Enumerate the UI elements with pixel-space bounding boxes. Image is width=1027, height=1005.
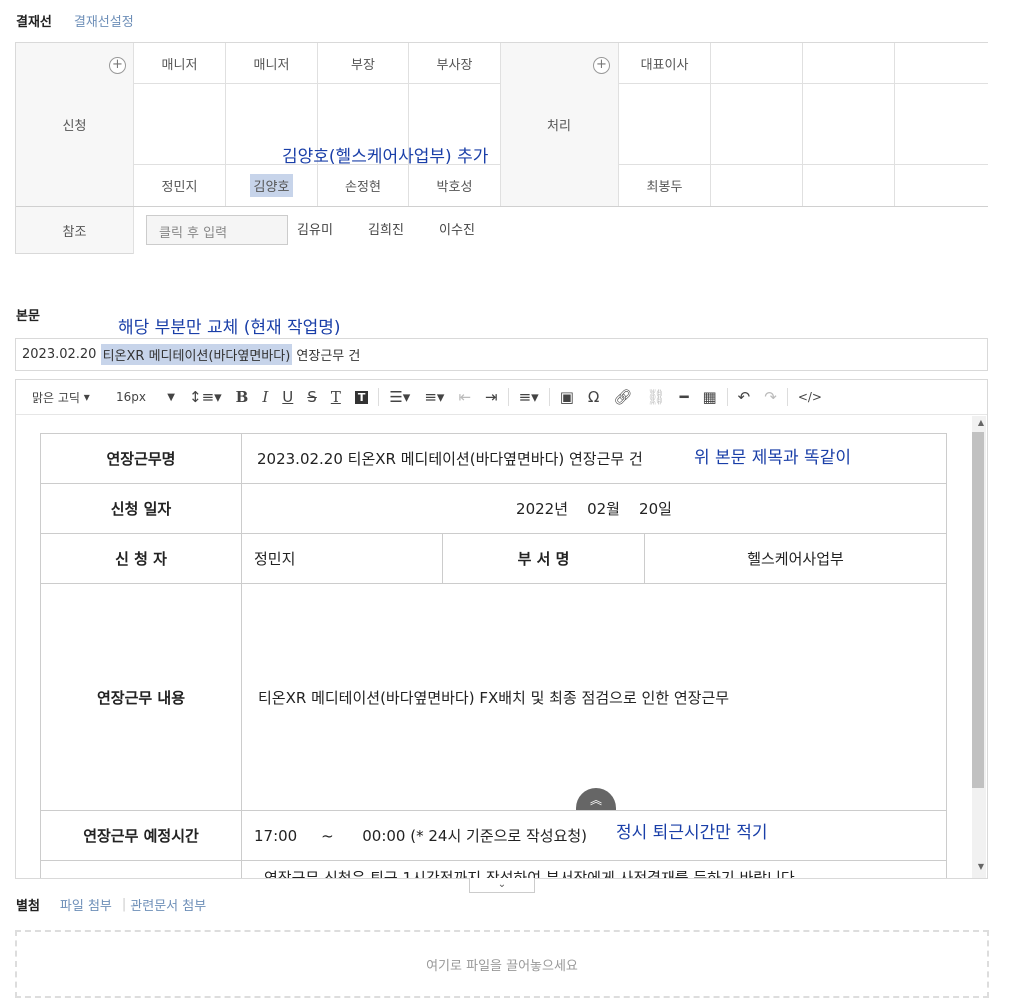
subject-input[interactable]: 2023.02.20 티온XR 메디테이션(바다옆면바다) 연장근무 건 <box>15 338 988 371</box>
reference-name-1[interactable]: 김유미 <box>292 207 338 250</box>
note-add-approver: 김양호(헬스케어사업부) 추가 <box>282 147 489 167</box>
attachment-label: 별첨 <box>16 899 40 914</box>
process-title-1: 대표이사 <box>640 57 689 73</box>
attachment-tabs: 별첨 파일 첨부 | 관련문서 첨부 <box>16 895 207 914</box>
background-color-icon[interactable]: T <box>348 385 376 409</box>
tab-approval-line[interactable]: 결재선 <box>16 11 52 30</box>
apply-name-2[interactable]: 김양호 <box>226 165 317 206</box>
apply-title-4: 부사장 <box>436 57 473 73</box>
apply-title-1: 매니저 <box>161 57 198 73</box>
reference-label: 참조 <box>62 225 87 240</box>
italic-icon[interactable]: I <box>255 385 275 409</box>
note-time: 정시 퇴근시간만 적기 <box>616 823 768 843</box>
tab-approval-settings[interactable]: 결재선설정 <box>74 11 134 30</box>
subject-prefix: 2023.02.20 <box>22 347 101 362</box>
bottom-label-cell <box>40 860 242 878</box>
redo-icon[interactable]: ↷ <box>757 385 784 409</box>
date-value[interactable]: 2022년 02월 20일 <box>241 483 947 534</box>
indent-icon[interactable]: ⇥ <box>478 385 505 409</box>
applicant-value[interactable]: 정민지 <box>241 533 443 584</box>
apply-name-4[interactable]: 박호성 <box>409 165 500 206</box>
bullet-list-icon[interactable]: ☰▾ <box>382 385 417 409</box>
date-label: 신청 일자 <box>40 483 242 534</box>
link-icon[interactable]: 🔗︎ <box>606 385 639 409</box>
note-same-title: 위 본문 제목과 똑같이 <box>694 448 851 468</box>
related-doc-link[interactable]: 관련문서 첨부 <box>130 895 206 914</box>
editor-content[interactable]: 연장근무명 2023.02.20 티온XR 메디테이션(바다옆면바다) 연장근무… <box>16 416 972 878</box>
subject-highlight: 티온XR 메디테이션(바다옆면바다) <box>100 344 293 365</box>
font-family-select[interactable]: 맑은 고딕 ▾ <box>30 385 104 409</box>
applicant-label: 신 청 자 <box>40 533 242 584</box>
editor-toolbar: 맑은 고딕 ▾ 16px ▼ ↕≡▾ B I U S T T ☰▾ ≡▾ ⇤ ⇥ … <box>16 380 987 415</box>
unlink-icon[interactable]: ⛓︎ <box>639 385 672 409</box>
special-char-icon[interactable]: Ω <box>581 385 606 409</box>
table-icon[interactable]: ▦ <box>695 385 723 409</box>
title-label: 연장근무명 <box>40 433 242 484</box>
body-label: 본문 <box>16 309 40 324</box>
subject-suffix: 연장근무 건 <box>292 349 361 364</box>
time-label: 연장근무 예정시간 <box>40 810 242 861</box>
strikethrough-icon[interactable]: S <box>300 385 324 409</box>
font-family-value: 맑은 고딕 <box>32 390 80 405</box>
bold-icon[interactable]: B <box>229 385 256 409</box>
time-value[interactable]: 17:00 ~ 00:00 (* 24시 기준으로 작성요청) <box>241 810 947 861</box>
editor-scroll-thumb[interactable] <box>972 432 984 788</box>
approval-tabbar: 결재선 결재선설정 <box>16 10 134 30</box>
text-color-icon[interactable]: T <box>324 385 348 409</box>
apply-title-2: 매니저 <box>253 57 290 73</box>
reference-input[interactable]: 클릭 후 입력 <box>146 215 288 245</box>
note-replace: 해당 부분만 교체 (현재 작업명) <box>118 318 341 338</box>
approval-line-box: 신청 처리 참조 + + 매니저 매니저 부장 부사장 정민지 김양호 손정현 … <box>15 42 988 254</box>
apply-name-1[interactable]: 정민지 <box>134 165 225 206</box>
numbered-list-icon[interactable]: ≡▾ <box>417 385 451 409</box>
scroll-up-icon[interactable]: ▲ <box>978 418 984 427</box>
line-height-icon[interactable]: ↕≡▾ <box>182 385 229 409</box>
undo-icon[interactable]: ↶ <box>731 385 758 409</box>
font-size-select[interactable]: 16px ▼ <box>104 385 182 409</box>
content-label: 연장근무 내용 <box>40 583 242 811</box>
outdent-icon[interactable]: ⇤ <box>451 385 478 409</box>
add-process-approver-icon[interactable]: + <box>593 57 610 74</box>
file-attach-link[interactable]: 파일 첨부 <box>60 895 112 914</box>
overtime-form-table: 연장근무명 2023.02.20 티온XR 메디테이션(바다옆면바다) 연장근무… <box>40 433 947 878</box>
dropzone-text: 여기로 파일을 끌어놓으세요 <box>426 958 578 974</box>
apply-name-2-highlight: 김양호 <box>249 174 294 197</box>
add-apply-approver-icon[interactable]: + <box>109 57 126 74</box>
underline-icon[interactable]: U <box>275 385 300 409</box>
image-icon[interactable]: ▣ <box>553 385 581 409</box>
source-code-icon[interactable]: </> <box>791 385 829 409</box>
content-value[interactable]: 티온XR 메디테이션(바다옆면바다) FX배치 및 최종 점검으로 인한 연장근… <box>241 583 947 811</box>
reference-name-3[interactable]: 이수진 <box>434 207 480 250</box>
horizontal-rule-icon[interactable]: ━ <box>672 385 695 409</box>
editor-resize-handle[interactable]: ⌄ <box>469 878 535 893</box>
bottom-notice: 연장근무 신청은 퇴근 1시간전까지 작성하여 부서장에게 사전결재를 득하기 … <box>241 860 947 878</box>
font-size-value: 16px <box>116 390 146 404</box>
file-dropzone[interactable]: 여기로 파일을 끌어놓으세요 <box>15 930 989 998</box>
reference-name-2[interactable]: 김희진 <box>363 207 409 250</box>
apply-name-3[interactable]: 손정현 <box>318 165 408 206</box>
align-icon[interactable]: ≡▾ <box>512 385 546 409</box>
process-name-1[interactable]: 최봉두 <box>619 165 710 206</box>
department-value[interactable]: 헬스케어사업부 <box>644 533 947 584</box>
department-label: 부 서 명 <box>442 533 645 584</box>
apply-title-3: 부장 <box>351 57 375 73</box>
scroll-down-icon[interactable]: ▼ <box>978 862 984 871</box>
